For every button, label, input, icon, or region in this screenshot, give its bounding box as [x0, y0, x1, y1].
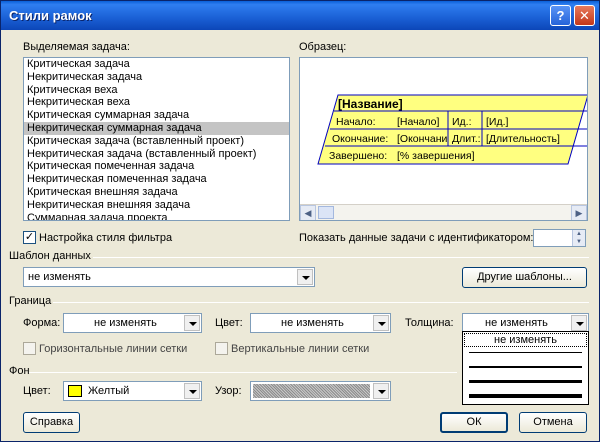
shape-label: Форма:	[23, 317, 61, 329]
data-template-group-label: Шаблон данных	[9, 250, 91, 262]
yellow-swatch-icon	[68, 385, 82, 397]
shape-value: не изменять	[94, 317, 157, 329]
scroll-right-icon[interactable]: ▶	[571, 205, 587, 220]
sample-complete-value: [% завершения]	[397, 150, 475, 162]
width-option-no-change[interactable]: не изменять	[464, 333, 587, 347]
task-list-item[interactable]: Некритическая задача (вставленный проект…	[24, 148, 289, 161]
chevron-down-icon[interactable]	[373, 315, 389, 331]
spin-up-icon[interactable]: ▲	[572, 230, 585, 238]
sample-label: Образец:	[299, 41, 347, 53]
sample-finish-value: [Окончание]	[397, 133, 447, 145]
sample-finish-label: Окончание:	[332, 133, 389, 145]
task-list-item[interactable]: Некритическая веха	[24, 96, 289, 109]
window-title: Стили рамок	[9, 8, 92, 23]
width-option-line-3[interactable]	[469, 380, 582, 383]
task-list-item[interactable]: Критическая веха	[24, 84, 289, 97]
sample-start-label: Начало:	[336, 116, 376, 128]
border-group-label: Граница	[9, 295, 52, 307]
sample-horizontal-scrollbar[interactable]: ◀ ▶	[300, 204, 587, 220]
spin-down-icon[interactable]: ▼	[572, 238, 585, 246]
help-button[interactable]: Справка	[23, 412, 80, 433]
sample-preview: [Название] Начало: [Начало] Ид.: [Ид.] О…	[299, 57, 588, 221]
width-label: Толщина:	[405, 317, 454, 329]
border-color-value: не изменять	[281, 317, 344, 329]
task-listbox[interactable]: Критическая задача Некритическая задача Кр…	[23, 57, 290, 221]
width-dropdown-list[interactable]: не изменять	[462, 331, 589, 405]
sample-start-value: [Начало]	[397, 116, 440, 128]
background-divider	[29, 372, 457, 373]
data-template-value: не изменять	[28, 271, 91, 283]
task-list-item[interactable]: Некритическая задача	[24, 71, 289, 84]
pattern-preview	[253, 384, 370, 398]
data-template-divider	[93, 257, 589, 258]
scroll-left-icon[interactable]: ◀	[300, 205, 316, 220]
other-templates-button[interactable]: Другие шаблоны...	[462, 267, 587, 288]
ok-button[interactable]: ОК	[440, 412, 508, 433]
task-list-item[interactable]: Критическая внешняя задача	[24, 186, 289, 199]
sample-name: [Название]	[338, 97, 403, 111]
sample-duration-value: [Длительность]	[486, 133, 560, 145]
title-bar: Стили рамок ? ✕	[1, 1, 599, 30]
sample-box	[317, 94, 587, 165]
task-list-item[interactable]: Критическая суммарная задача	[24, 109, 289, 122]
help-title-button[interactable]: ?	[550, 5, 571, 26]
filter-style-label: Настройка стиля фильтра	[39, 232, 173, 244]
width-option-line-2[interactable]	[469, 366, 582, 368]
chevron-down-icon[interactable]	[297, 269, 313, 285]
show-task-id-label: Показать данные задачи с идентификатором…	[299, 232, 534, 244]
task-list-label: Выделяемая задача:	[23, 41, 130, 53]
sample-duration-label: Длит.:	[452, 133, 481, 145]
background-color-value: Желтый	[88, 385, 130, 397]
vertical-grid-checkbox[interactable]	[215, 342, 228, 355]
styles-dialog: Стили рамок ? ✕ Выделяемая задача: Крити…	[0, 0, 600, 442]
horizontal-grid-checkbox[interactable]	[23, 342, 36, 355]
shape-select[interactable]: не изменять	[63, 313, 202, 333]
task-list-item[interactable]: Критическая помеченная задача	[24, 160, 289, 173]
task-list-item[interactable]: Суммарная задача проекта	[24, 212, 289, 220]
border-divider	[53, 302, 589, 303]
chevron-down-icon[interactable]	[184, 315, 200, 331]
width-select[interactable]: не изменять	[462, 313, 589, 333]
chevron-down-icon[interactable]	[571, 315, 587, 331]
background-color-select[interactable]: Желтый	[63, 381, 202, 401]
close-button[interactable]: ✕	[574, 5, 595, 26]
filter-style-checkbox[interactable]: ✓	[23, 231, 36, 244]
pattern-select[interactable]	[250, 381, 391, 401]
task-list-item[interactable]: Некритическая внешняя задача	[24, 199, 289, 212]
border-color-select[interactable]: не изменять	[250, 313, 391, 333]
background-group-label: Фон	[9, 365, 30, 377]
width-option-line-4[interactable]	[469, 394, 582, 398]
sample-id-label: Ид.:	[452, 116, 472, 128]
vertical-grid-label: Вертикальные линии сетки	[231, 343, 370, 355]
chevron-down-icon[interactable]	[373, 383, 389, 399]
width-value: не изменять	[485, 317, 548, 329]
task-list-item[interactable]: Некритическая помеченная задача	[24, 173, 289, 186]
sample-complete-label: Завершено:	[329, 150, 388, 162]
horizontal-grid-label: Горизонтальные линии сетки	[39, 343, 188, 355]
data-template-select[interactable]: не изменять	[23, 267, 315, 287]
border-color-label: Цвет:	[215, 317, 243, 329]
scroll-thumb[interactable]	[318, 206, 334, 219]
sample-id-value: [Ид.]	[486, 116, 509, 128]
background-color-label: Цвет:	[23, 385, 51, 397]
chevron-down-icon[interactable]	[184, 383, 200, 399]
task-list-item[interactable]: Критическая задача	[24, 58, 289, 71]
width-option-line-1[interactable]	[469, 352, 582, 353]
pattern-label: Узор:	[215, 385, 242, 397]
task-id-spinner[interactable]: ▲ ▼	[533, 229, 586, 247]
task-list-item[interactable]: Критическая задача (вставленный проект)	[24, 135, 289, 148]
task-list-item[interactable]: Некритическая суммарная задача	[24, 121, 289, 135]
cancel-button[interactable]: Отмена	[519, 412, 587, 433]
